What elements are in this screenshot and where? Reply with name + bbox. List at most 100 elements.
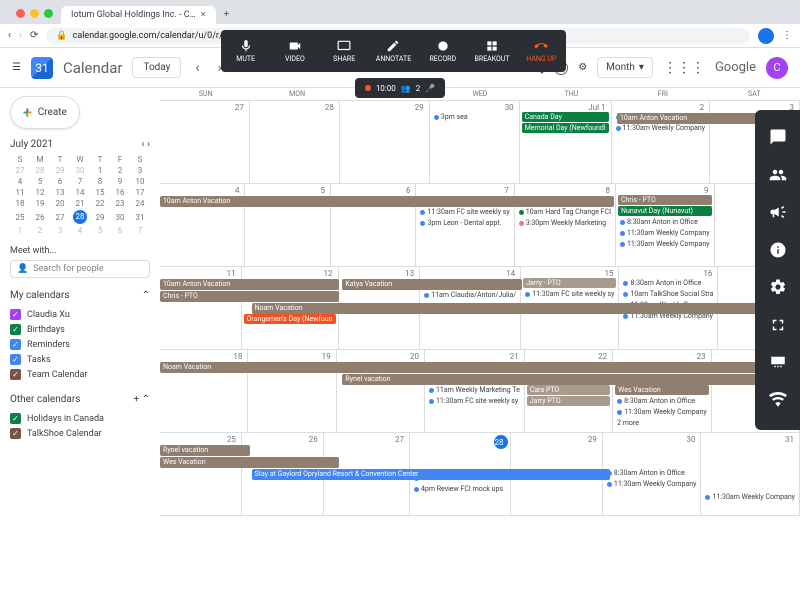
more-events[interactable]: 2 more [615, 418, 709, 428]
event[interactable]: 11am Claudia/Anton/Julia/ [422, 290, 518, 300]
mini-next-icon[interactable]: › [147, 139, 150, 150]
create-button[interactable]: +Create [10, 96, 80, 129]
event-span[interactable]: Rynel vacation [160, 445, 250, 456]
event-span[interactable]: Chris - PTO [160, 291, 339, 302]
google-apps-icon[interactable]: ⋮⋮⋮ [663, 60, 705, 76]
new-tab-icon[interactable]: + [216, 5, 238, 24]
day-cell[interactable]: 28 [250, 101, 340, 183]
back-icon[interactable]: ‹ [8, 30, 11, 41]
browser-profile-icon[interactable] [758, 28, 774, 44]
day-cell[interactable]: 30 3pm sea [430, 101, 520, 183]
video-button[interactable]: VIDEO [270, 30, 319, 72]
participants-icon[interactable] [769, 166, 787, 187]
maximize-window-icon[interactable] [44, 9, 53, 18]
other-calendars-toggle[interactable]: Other calendars+ ⌃ [10, 394, 150, 405]
event-span[interactable]: Noam Vacation [252, 303, 796, 314]
mute-button[interactable]: MUTE [221, 30, 270, 72]
event[interactable]: Chris - PTO [618, 195, 712, 205]
recording-indicator-icon [365, 85, 371, 91]
conference-status: 10:00 👥 2 🎤 [355, 78, 445, 98]
account-avatar[interactable]: C [766, 57, 788, 79]
event[interactable]: Jarry PTO [527, 396, 610, 406]
event[interactable]: Wes Vacation [615, 385, 709, 395]
main-menu-icon[interactable]: ☰ [12, 62, 21, 73]
share-button[interactable]: SHARE [320, 30, 369, 72]
event[interactable]: 11:30am FC site weekly sy [418, 207, 511, 217]
event[interactable]: 11:30am Weekly Company [618, 239, 712, 249]
day-cell[interactable]: 27 [160, 101, 250, 183]
event[interactable]: 4pm Review FCI mock ups [412, 484, 508, 494]
forward-icon[interactable]: › [19, 30, 22, 41]
reload-icon[interactable]: ⟳ [30, 30, 38, 41]
announce-icon[interactable] [769, 203, 787, 224]
browser-menu-icon[interactable]: ⋮ [782, 30, 792, 41]
event[interactable]: Nunavut Day (Nunavut) [618, 206, 712, 216]
event-span[interactable]: 10am Anton Vacation [160, 279, 339, 290]
event[interactable]: 8:30am Anton in Office [618, 217, 712, 227]
event-span[interactable]: Katya Vacation [342, 279, 521, 290]
event[interactable]: Orangemen's Day (Newfoun [244, 314, 336, 324]
chevron-down-icon: ▾ [639, 62, 644, 73]
event[interactable]: 3pm Leon - Dental appt. [418, 218, 511, 228]
prev-month-icon[interactable]: ‹ [191, 60, 203, 76]
calendar-item[interactable]: ✓Reminders [10, 337, 150, 352]
event[interactable]: 11:30am Weekly Company [618, 228, 712, 238]
fullscreen-icon[interactable] [769, 316, 787, 337]
event[interactable]: 11:30am Weekly Company [615, 407, 709, 417]
calendar-item[interactable]: ✓TalkShoe Calendar [10, 426, 150, 441]
view-selector[interactable]: Month ▾ [597, 57, 653, 78]
today-button[interactable]: Today [132, 57, 181, 78]
event[interactable]: Jarry - PTO [523, 278, 616, 288]
event[interactable]: 11:30am Weekly Company [614, 123, 708, 133]
event[interactable]: 8:30am Anton in Office [605, 468, 699, 478]
event[interactable]: 8:30am Anton in Office [621, 278, 715, 288]
minimize-window-icon[interactable] [30, 9, 39, 18]
wifi-icon[interactable] [769, 391, 787, 412]
calendar-item[interactable]: ✓Holidays in Canada [10, 411, 150, 426]
calendar-item[interactable]: ✓Team Calendar [10, 367, 150, 382]
day-cell[interactable]: 9 Chris - PTO Nunavut Day (Nunavut) 8:30… [616, 184, 715, 266]
day-cell[interactable]: Jul 1 Canada Day Memorial Day (Newfoundl [520, 101, 612, 183]
layout-icon[interactable] [769, 353, 787, 374]
event[interactable]: 3pm sea [432, 112, 517, 122]
event-span[interactable]: Stay at Gaylord Opryland Resort & Conven… [252, 469, 610, 480]
chat-icon[interactable] [769, 128, 787, 149]
search-people-input[interactable]: 👤Search for people [10, 260, 150, 278]
mini-prev-icon[interactable]: ‹ [141, 139, 144, 150]
tab-close-icon[interactable]: × [201, 10, 206, 20]
my-calendars-toggle[interactable]: My calendars⌃ [10, 290, 150, 301]
event-span[interactable]: Wes Vacation [160, 457, 339, 468]
event[interactable]: 11:30am FC site weekly sy [427, 396, 522, 406]
event[interactable]: Memorial Day (Newfoundl [522, 123, 609, 133]
day-cell[interactable]: 30 8:30am Anton in Office 11:30am Weekly… [603, 433, 702, 515]
event-span[interactable]: Rynel vacation [342, 374, 790, 385]
event[interactable]: 11:30am Weekly Company [703, 492, 797, 502]
event[interactable]: 11:30am Weekly Company [605, 479, 699, 489]
event-span[interactable]: Noam Vacation [160, 362, 794, 373]
dock-settings-icon[interactable] [769, 278, 787, 299]
hangup-button[interactable]: HANG UP [517, 30, 566, 72]
record-button[interactable]: RECORD [418, 30, 467, 72]
day-cell[interactable]: 31 11:30am Weekly Company [701, 433, 800, 515]
add-calendar-icon[interactable]: + [133, 394, 139, 405]
event[interactable]: Cara PTO [527, 385, 610, 395]
event[interactable]: 11am Weekly Marketing Te [427, 385, 522, 395]
event-span[interactable]: 10am Anton Vacation [160, 196, 614, 207]
browser-tab[interactable]: Iotum Global Holdings Inc. - C… × [61, 6, 216, 24]
event[interactable]: 10am TalkShoe Social Stra [621, 289, 715, 299]
settings-icon[interactable]: ⚙ [578, 62, 587, 73]
mini-calendar[interactable]: SMTWTFS 27282930123456789101112131415161… [10, 154, 150, 236]
event[interactable]: 10am Hard Tag Change FCI [517, 207, 613, 217]
calendar-item[interactable]: ✓Claudia Xu [10, 307, 150, 322]
close-window-icon[interactable] [16, 9, 25, 18]
calendar-item[interactable]: ✓Tasks [10, 352, 150, 367]
calendar-item[interactable]: ✓Birthdays [10, 322, 150, 337]
event[interactable]: 3:30pm Weekly Marketing [517, 218, 613, 228]
event[interactable]: 11:30am FC site weekly sy [523, 289, 616, 299]
info-icon[interactable] [769, 241, 787, 262]
annotate-button[interactable]: ANNOTATE [369, 30, 418, 72]
day-cell[interactable]: 29 [340, 101, 430, 183]
event[interactable]: 8:30am Anton in Office [615, 396, 709, 406]
breakout-button[interactable]: BREAKOUT [467, 30, 516, 72]
event[interactable]: Canada Day [522, 112, 609, 122]
